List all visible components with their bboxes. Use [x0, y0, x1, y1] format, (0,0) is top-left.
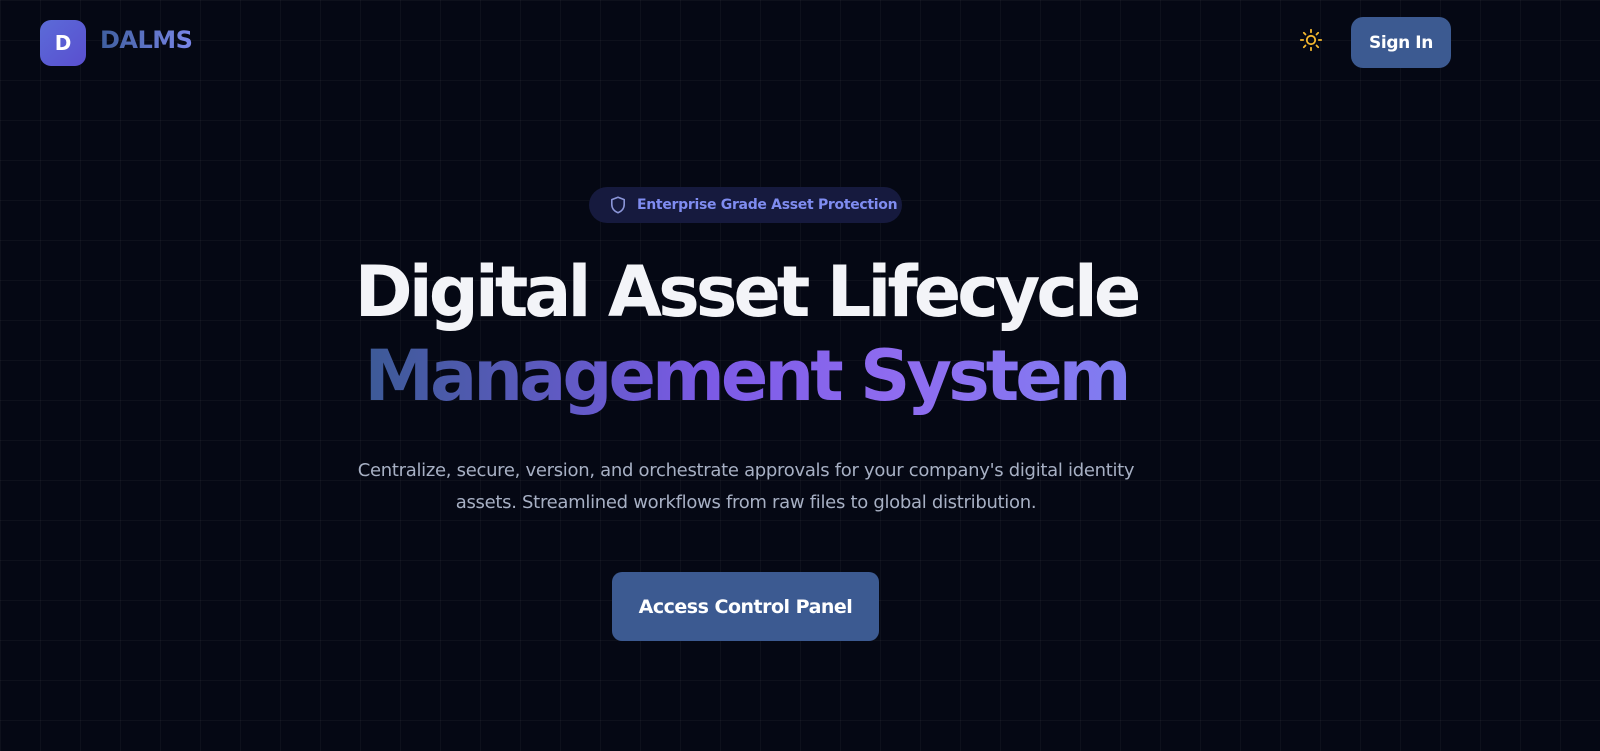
hero-badge: Enterprise Grade Asset Protection: [589, 187, 902, 223]
hero-title-line1: Digital Asset Lifecycle: [354, 251, 1142, 333]
shield-icon: [609, 196, 627, 214]
logo-letter: D: [54, 31, 72, 55]
brand-name[interactable]: DALMS: [100, 26, 193, 54]
hero-subtitle: Centralize, secure, version, and orchest…: [357, 460, 1135, 513]
hero-title: Digital Asset Lifecycle Management Syste…: [0, 250, 1492, 418]
top-nav: D DALMS Sign In: [0, 0, 1600, 86]
sun-icon: [1299, 28, 1323, 56]
hero-title-line2: Management System: [364, 335, 1131, 417]
hero-badge-text: Enterprise Grade Asset Protection: [637, 197, 898, 213]
logo-mark[interactable]: D: [40, 20, 86, 66]
access-control-panel-button[interactable]: Access Control Panel: [612, 572, 879, 641]
sign-in-button[interactable]: Sign In: [1351, 17, 1451, 68]
theme-toggle-button[interactable]: [1296, 27, 1326, 57]
